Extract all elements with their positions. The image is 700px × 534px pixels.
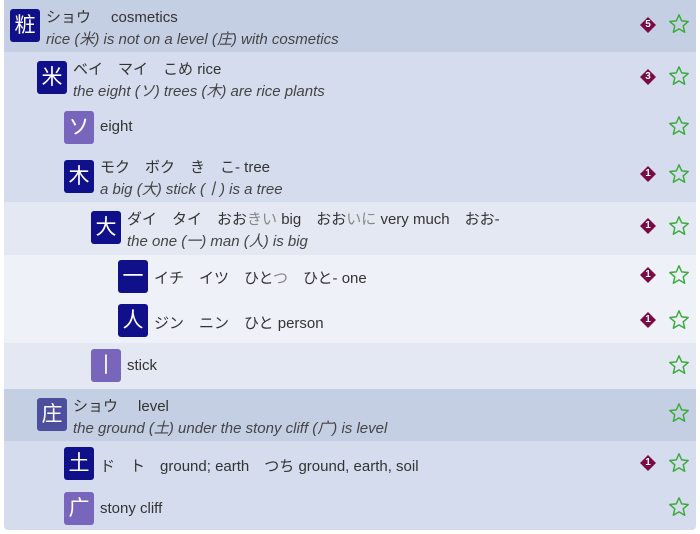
kanji-tile[interactable]: 大 [91, 211, 121, 244]
meaning: tree [244, 159, 271, 176]
meaning: stick [127, 357, 157, 374]
tree-row-tree: 木 モク ボク き こ- tree a big (大) stick (丨) is… [4, 152, 696, 202]
star-icon[interactable] [668, 115, 690, 137]
mnemonic: a big (大) stick (丨) is a tree [100, 181, 283, 198]
meaning: big [281, 211, 302, 228]
okurigana: いに [346, 211, 377, 228]
count-badge: 1 [640, 267, 656, 283]
readings-line: ショウ cosmetics [46, 6, 178, 27]
count-badge: 5 [640, 17, 656, 33]
readings-line: ド ト ground; earth つち ground, earth, soil [100, 455, 419, 476]
kanji-tile[interactable]: 土 [64, 447, 94, 480]
readings-line: ベイ マイ こめ rice [73, 58, 221, 79]
tree-row-stick: 丨 stick [4, 343, 696, 389]
mnemonic: the one (一) man (人) is big [127, 233, 308, 250]
star-icon[interactable] [668, 402, 690, 424]
okurigana: きい [247, 211, 278, 228]
readings: ベイ マイ こめ [73, 61, 194, 78]
tree-row-ground: 土 ド ト ground; earth つち ground, earth, so… [4, 441, 696, 486]
kanji-tile[interactable]: ソ [64, 111, 94, 144]
meaning: ground; earth [160, 458, 250, 475]
tree-row-eight: ソ eight [4, 104, 696, 152]
tree-row-stony-cliff: 广 stony cliff [4, 486, 696, 530]
kanji-tile[interactable]: 庄 [37, 398, 67, 431]
readings-line: ジン ニン ひと person [154, 312, 324, 333]
readings: ダイ タイ おお [127, 211, 248, 228]
count-badge: 1 [640, 218, 656, 234]
readings: ジン ニン ひと [154, 315, 274, 332]
meaning: cosmetics [111, 9, 178, 26]
tree-row-person: 人 ジン ニン ひと person 1 [4, 298, 696, 343]
readings: ショウ [73, 398, 119, 415]
count-badge: 1 [640, 312, 656, 328]
tree-row-level: 庄 ショウ level the ground (土) under the ston… [4, 389, 696, 441]
meaning: eight [100, 118, 133, 135]
readings: おお [316, 211, 347, 228]
star-icon[interactable] [668, 309, 690, 331]
readings-line: イチ イツ ひとつ ひと- one [154, 267, 367, 288]
readings: つち [264, 458, 295, 475]
mnemonic: the ground (土) under the stony cliff (广)… [73, 420, 388, 437]
tree-row-big: 大 ダイ タイ おおきい big おおいに very much おお- the … [4, 202, 696, 255]
okurigana: つ [272, 270, 288, 287]
meaning: person [277, 315, 324, 332]
tree-row-cosmetics: 粧 ショウ cosmetics rice (米) is not on a leve… [4, 0, 696, 52]
readings: ひと- [302, 270, 338, 287]
readings: ド ト [100, 458, 146, 475]
star-icon[interactable] [668, 163, 690, 185]
kanji-tile[interactable]: 一 [118, 260, 148, 293]
readings: モク ボク き こ- [100, 159, 240, 176]
kanji-breakdown-tree: 粧 ショウ cosmetics rice (米) is not on a leve… [4, 0, 696, 530]
readings: ショウ [46, 9, 92, 26]
readings-line: ショウ level [73, 395, 169, 416]
count-badge: 3 [640, 69, 656, 85]
kanji-tile[interactable]: 人 [118, 304, 148, 337]
readings-line: ダイ タイ おおきい big おおいに very much おお- [127, 208, 500, 229]
star-icon[interactable] [668, 264, 690, 286]
kanji-tile[interactable]: 木 [64, 160, 94, 193]
mnemonic: the eight (ソ) trees (木) are rice plants [73, 83, 325, 100]
star-icon[interactable] [668, 354, 690, 376]
star-icon[interactable] [668, 452, 690, 474]
readings: イチ イツ ひと [154, 270, 273, 287]
tree-row-rice: 米 ベイ マイ こめ rice the eight (ソ) trees (木) … [4, 52, 696, 104]
kanji-tile[interactable]: 丨 [91, 349, 121, 382]
star-icon[interactable] [668, 215, 690, 237]
readings: おお- [464, 211, 500, 228]
mnemonic: rice (米) is not on a level (庄) with cosm… [46, 31, 339, 48]
count-badge: 1 [640, 166, 656, 182]
kanji-tile[interactable]: 米 [37, 61, 67, 94]
meaning: level [138, 398, 169, 415]
star-icon[interactable] [668, 496, 690, 518]
readings-line: モク ボク き こ- tree [100, 156, 270, 177]
star-icon[interactable] [668, 65, 690, 87]
meaning: very much [380, 211, 450, 228]
meaning: stony cliff [100, 500, 163, 517]
star-icon[interactable] [668, 13, 690, 35]
kanji-tile[interactable]: 广 [64, 492, 94, 525]
count-badge: 1 [640, 455, 656, 471]
tree-row-one: 一 イチ イツ ひとつ ひと- one 1 [4, 255, 696, 298]
meaning: ground, earth, soil [298, 458, 419, 475]
meaning: one [341, 270, 367, 287]
meaning: rice [197, 61, 222, 78]
kanji-tile[interactable]: 粧 [10, 9, 40, 42]
